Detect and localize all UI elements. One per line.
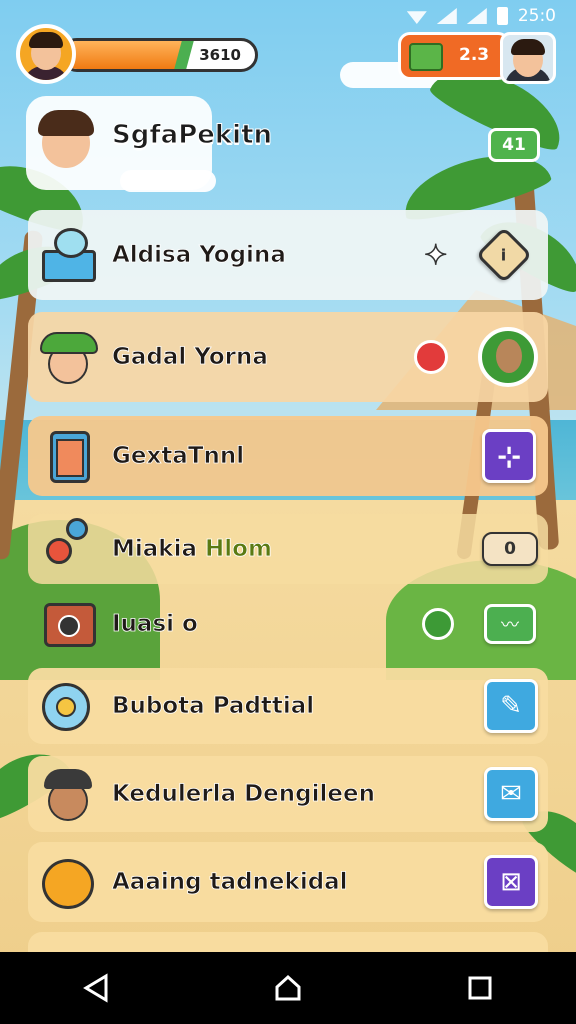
notification-badge[interactable]: 41 bbox=[488, 128, 540, 162]
list-item[interactable]: Bubota Padttial ✎ bbox=[28, 668, 548, 744]
chart-icon: 〰 bbox=[501, 615, 519, 636]
currency-counter[interactable]: 2.3 bbox=[398, 32, 510, 80]
item-action-button[interactable]: ✉ bbox=[484, 767, 538, 821]
home-icon bbox=[275, 974, 301, 1001]
edit-icon: ✎ bbox=[500, 691, 522, 721]
clipboard-icon bbox=[36, 425, 98, 487]
system-nav-bar bbox=[0, 952, 576, 1024]
recents-square-icon bbox=[468, 976, 492, 1000]
list-item[interactable]: Gadal Yorna bbox=[28, 312, 548, 402]
signal-icon bbox=[466, 8, 487, 24]
stop-indicator-icon bbox=[414, 340, 448, 374]
gift-cat-icon bbox=[36, 224, 98, 286]
explorer-kid-icon bbox=[36, 326, 98, 388]
person-icon: ⊹ bbox=[497, 439, 521, 473]
item-label: Aaaing tadnekidal bbox=[112, 869, 348, 896]
back-triangle-icon bbox=[83, 973, 108, 1003]
boy-cap-icon bbox=[36, 763, 98, 825]
signal-icon bbox=[436, 8, 457, 24]
item-action-button[interactable]: i bbox=[475, 226, 533, 284]
flower-icon bbox=[36, 675, 98, 737]
wifi-icon bbox=[406, 11, 427, 24]
recents-button[interactable] bbox=[450, 958, 510, 1018]
item-label: Gadal Yorna bbox=[112, 344, 269, 371]
player-avatar[interactable] bbox=[16, 24, 76, 84]
xp-value: 3610 bbox=[199, 46, 241, 64]
item-tag-value: 0 bbox=[504, 539, 516, 559]
cash-stack-icon bbox=[409, 43, 443, 71]
xp-progress-bar: 3610 bbox=[60, 38, 258, 72]
list-item[interactable]: Iuasi o 〰 bbox=[28, 592, 548, 656]
item-label: Iuasi o bbox=[112, 611, 199, 638]
status-bar: 25:0 bbox=[0, 0, 576, 32]
item-label: Bubota Padttial bbox=[112, 693, 315, 720]
item-action-button[interactable]: ✎ bbox=[484, 679, 538, 733]
item-action-button[interactable]: ⊠ bbox=[484, 855, 538, 909]
friend-avatar[interactable] bbox=[500, 32, 556, 84]
sparkle-icon: ✦ bbox=[423, 238, 448, 273]
back-button[interactable] bbox=[66, 958, 126, 1018]
currency-value: 2.3 bbox=[459, 45, 490, 65]
notification-count: 41 bbox=[502, 135, 526, 155]
list-item[interactable]: Kedulerla Dengileen ✉ bbox=[28, 756, 548, 832]
status-dot-icon bbox=[422, 608, 454, 640]
list-item[interactable]: GextaTnnl ⊹ bbox=[28, 416, 548, 496]
item-action-button[interactable]: 〰 bbox=[484, 604, 536, 644]
list-item[interactable]: Miakia Hlom 0 bbox=[28, 514, 548, 584]
item-label: Miakia Hlom bbox=[112, 536, 273, 563]
avatar-hair bbox=[29, 32, 63, 48]
item-label-text: Miakia bbox=[112, 536, 198, 563]
bear-icon bbox=[36, 851, 98, 913]
list-item[interactable]: Aldisa Yogina ✦ i bbox=[28, 210, 548, 300]
avatar-hair bbox=[511, 39, 545, 55]
status-time: 25:0 bbox=[517, 6, 556, 26]
item-tag[interactable]: 0 bbox=[482, 532, 538, 566]
radio-icon bbox=[36, 593, 98, 655]
mail-icon: ✉ bbox=[500, 779, 522, 809]
item-action-button[interactable]: ⊹ bbox=[482, 429, 536, 483]
page-title: SgfaPekitn bbox=[111, 120, 273, 151]
close-box-icon: ⊠ bbox=[500, 867, 522, 897]
kid-avatar-icon bbox=[36, 110, 96, 174]
info-icon: i bbox=[501, 245, 507, 265]
xp-progress-fill bbox=[63, 41, 183, 69]
item-label: GextaTnnl bbox=[112, 443, 245, 470]
toy-icon bbox=[36, 518, 98, 580]
item-label-highlight: Hlom bbox=[205, 536, 273, 563]
home-button[interactable] bbox=[258, 958, 318, 1018]
item-label: Aldisa Yogina bbox=[112, 242, 287, 269]
battery-icon bbox=[496, 7, 508, 25]
item-label: Kedulerla Dengileen bbox=[112, 781, 376, 808]
list-item[interactable]: Aaaing tadnekidal ⊠ bbox=[28, 842, 548, 922]
character-portrait-button[interactable] bbox=[478, 327, 538, 387]
